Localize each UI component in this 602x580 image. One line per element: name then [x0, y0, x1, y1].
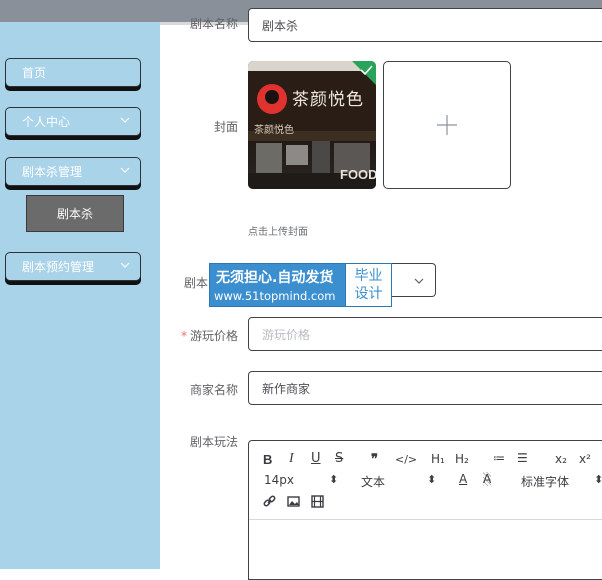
- font-size-arrows-icon: ⬍: [329, 473, 339, 486]
- plus-icon: [437, 115, 457, 135]
- bullet-list-button[interactable]: ☰: [517, 451, 528, 465]
- video-icon[interactable]: [311, 495, 324, 508]
- superscript-button[interactable]: x²: [579, 452, 591, 466]
- cover-sign-fooding: FOODIN: [340, 167, 376, 182]
- underline-button[interactable]: U: [311, 451, 321, 466]
- script-name-value: 剧本杀: [262, 18, 299, 33]
- cover-sign-text: 茶颜悦色: [292, 90, 364, 110]
- submenu-item-script[interactable]: 剧本杀: [26, 195, 124, 232]
- editor-content-area[interactable]: [249, 519, 602, 579]
- sidebar-item-label: 个人中心: [22, 115, 71, 129]
- sidebar-item-personal-center[interactable]: 个人中心: [5, 107, 141, 136]
- rich-text-editor[interactable]: B I U S ❞ </> H₁ H₂ ≔ ☰ x₂ x² 14px ⬍ 文本 …: [248, 440, 602, 580]
- font-family-arrows-icon: ⬍: [594, 473, 602, 486]
- editor-toolbar: B I U S ❞ </> H₁ H₂ ≔ ☰ x₂ x² 14px ⬍ 文本 …: [249, 441, 602, 520]
- sidebar-item-script-management[interactable]: 剧本杀管理: [5, 157, 141, 186]
- ordered-list-button[interactable]: ≔: [493, 451, 505, 465]
- italic-button[interactable]: I: [289, 451, 294, 467]
- code-block-button[interactable]: </>: [395, 453, 417, 466]
- submenu-item-label: 剧本杀: [56, 207, 93, 221]
- chevron-down-icon: [120, 117, 130, 123]
- watermark-url: www.51topmind.com: [214, 289, 336, 303]
- text-style-select[interactable]: 文本: [361, 473, 385, 490]
- script-name-label: 剧本名称: [189, 17, 238, 29]
- script-type-label: 剧本: [183, 276, 208, 290]
- sidebar-item-booking-management[interactable]: 剧本预约管理: [5, 252, 141, 281]
- play-price-label-text: 游玩价格: [189, 329, 238, 343]
- font-color-button[interactable]: A: [459, 472, 467, 486]
- text-style-arrows-icon: ⬍: [427, 473, 437, 486]
- sidebar-item-label: 首页: [22, 66, 47, 80]
- bold-button[interactable]: B: [263, 452, 272, 467]
- watermark-right-line2: 设计: [354, 286, 383, 302]
- chevron-down-icon: [120, 167, 130, 173]
- play-price-label: * 游玩价格: [160, 327, 238, 344]
- cover-label: 封面: [213, 120, 238, 134]
- cover-sign-small: 茶颜悦色: [254, 125, 294, 136]
- subscript-button[interactable]: x₂: [555, 452, 567, 466]
- required-asterisk: *: [180, 329, 187, 343]
- cover-image-thumbnail[interactable]: FOODIN 茶颜悦色 茶颜悦色: [248, 61, 376, 189]
- link-icon[interactable]: [263, 495, 276, 508]
- header1-button[interactable]: H₁: [431, 452, 445, 466]
- blockquote-button[interactable]: ❞: [371, 451, 378, 467]
- upload-cover-button[interactable]: [383, 61, 511, 189]
- sidebar-item-label: 剧本预约管理: [22, 260, 95, 274]
- sidebar: 首页 个人中心 剧本杀管理 剧本杀 剧本预约管理: [0, 22, 160, 569]
- watermark-banner: 无须担心.自动发货 www.51topmind.com 毕业 设计: [209, 263, 392, 307]
- font-family-select[interactable]: 标准字体: [521, 473, 569, 490]
- background-color-button[interactable]: A: [483, 472, 492, 486]
- cover-upload-hint: 点击上传封面: [248, 227, 308, 238]
- sidebar-item-label: 剧本杀管理: [22, 165, 83, 179]
- chevron-down-icon: [414, 278, 424, 284]
- script-type-select[interactable]: [390, 263, 436, 297]
- script-name-input[interactable]: 剧本杀: [248, 8, 602, 42]
- merchant-name-label: 商家名称: [189, 383, 238, 397]
- merchant-name-input[interactable]: 新作商家: [248, 371, 602, 405]
- watermark-right-line1: 毕业: [354, 268, 383, 284]
- image-icon[interactable]: [287, 495, 300, 508]
- strikethrough-button[interactable]: S: [335, 451, 343, 466]
- chevron-down-icon: [120, 262, 130, 268]
- play-price-placeholder: 游玩价格: [262, 327, 311, 342]
- header2-button[interactable]: H₂: [455, 452, 469, 466]
- sidebar-item-home[interactable]: 首页: [5, 58, 141, 87]
- play-price-input[interactable]: 游玩价格: [248, 317, 602, 351]
- watermark-line1: 无须担心.自动发货: [216, 270, 334, 286]
- gameplay-label: 剧本玩法: [189, 435, 238, 449]
- merchant-name-value: 新作商家: [262, 381, 311, 396]
- font-size-select[interactable]: 14px: [264, 473, 294, 487]
